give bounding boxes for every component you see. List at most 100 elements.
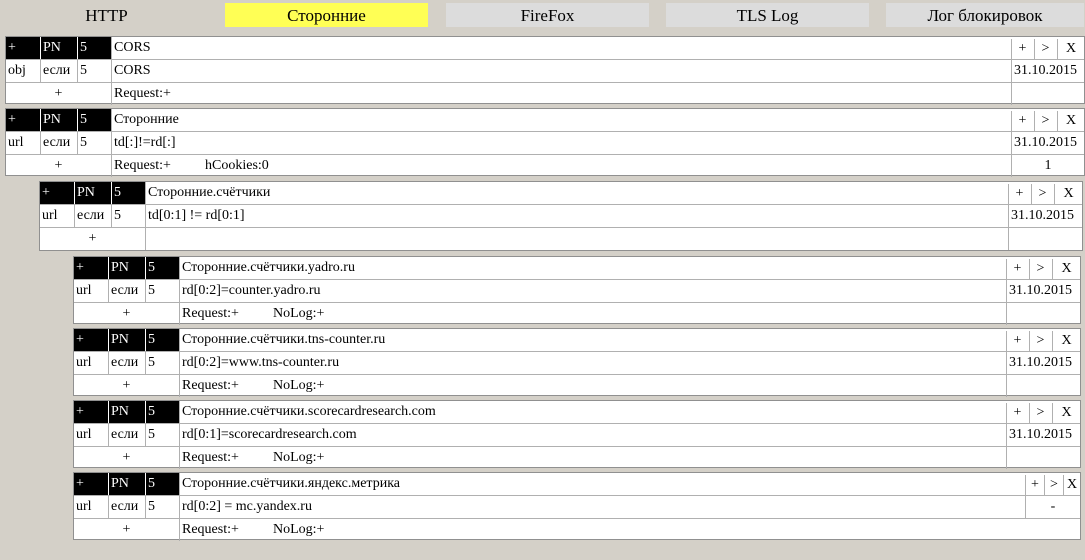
add-button[interactable]: + [1025, 475, 1044, 495]
add-action-button[interactable]: + [6, 155, 111, 177]
condition-expression[interactable]: rd[0:2]=www.tns-counter.ru [179, 352, 1006, 374]
expand-button[interactable]: + [40, 182, 74, 204]
condition-expression[interactable]: rd[0:2]=counter.yadro.ru [179, 280, 1006, 302]
add-action-button[interactable]: + [40, 228, 145, 250]
delete-button[interactable]: X [1052, 403, 1080, 423]
condition-operator[interactable]: если [108, 496, 145, 518]
action-request[interactable]: Request:+ [179, 375, 271, 397]
next-button[interactable]: > [1029, 403, 1051, 423]
delete-button[interactable]: X [1063, 475, 1080, 495]
rule-actions-row: + Request:+ [6, 83, 1084, 106]
add-action-button[interactable]: + [6, 83, 111, 105]
expand-button[interactable]: + [74, 401, 108, 423]
expand-button[interactable]: + [6, 37, 40, 59]
condition-operator[interactable]: если [108, 280, 145, 302]
action-request[interactable]: Request:+ [111, 155, 203, 177]
condition-priority[interactable]: 5 [145, 496, 179, 518]
condition-operator[interactable]: если [108, 352, 145, 374]
hit-count [1025, 519, 1080, 541]
condition-priority[interactable]: 5 [77, 60, 111, 82]
rule-name[interactable]: Сторонние [111, 109, 1011, 131]
add-action-button[interactable]: + [74, 519, 179, 541]
action-request[interactable] [145, 228, 237, 250]
add-button[interactable]: + [1011, 111, 1033, 131]
delete-button[interactable]: X [1052, 259, 1080, 279]
tab-http[interactable]: HTTP [5, 3, 208, 27]
tab-firefox[interactable]: FireFox [446, 3, 649, 27]
action-extra[interactable]: NoLog:+ [271, 447, 1006, 469]
action-extra[interactable]: hCookies:0 [203, 155, 1011, 177]
condition-expression[interactable]: CORS [111, 60, 1011, 82]
next-button[interactable]: > [1029, 259, 1051, 279]
condition-operator[interactable]: если [74, 205, 111, 227]
rule-name[interactable]: Сторонние.счётчики [145, 182, 1008, 204]
action-request[interactable]: Request:+ [179, 447, 271, 469]
delete-button[interactable]: X [1057, 111, 1084, 131]
next-button[interactable]: > [1031, 184, 1053, 204]
condition-priority[interactable]: 5 [145, 424, 179, 446]
action-extra[interactable] [203, 83, 1011, 105]
add-action-button[interactable]: + [74, 303, 179, 325]
delete-button[interactable]: X [1057, 39, 1084, 59]
delete-button[interactable]: X [1052, 331, 1080, 351]
rule-name[interactable]: Сторонние.счётчики.scorecardresearch.com [179, 401, 1006, 423]
rule-header-row: + PN 5 CORS + > X [6, 37, 1084, 60]
rule-header-row: + PN 5 Сторонние + > X [6, 109, 1084, 132]
condition-expression[interactable]: rd[0:1]=scorecardresearch.com [179, 424, 1006, 446]
condition-priority[interactable]: 5 [145, 352, 179, 374]
rule-name[interactable]: Сторонние.счётчики.yadro.ru [179, 257, 1006, 279]
condition-type[interactable]: obj [6, 60, 40, 82]
action-extra[interactable]: NoLog:+ [271, 303, 1006, 325]
tab-bar: HTTP Сторонние FireFox TLS Log Лог блоки… [0, 0, 1085, 32]
condition-priority[interactable]: 5 [77, 132, 111, 154]
expand-button[interactable]: + [74, 329, 108, 351]
action-extra[interactable] [237, 228, 1008, 250]
condition-operator[interactable]: если [40, 60, 77, 82]
tab-block-log[interactable]: Лог блокировок [886, 3, 1084, 27]
rule-block: + PN 5 CORS + > X obj если 5 CORS 31.10.… [5, 36, 1085, 106]
add-action-button[interactable]: + [74, 447, 179, 469]
condition-type[interactable]: url [74, 496, 108, 518]
add-button[interactable]: + [1006, 259, 1028, 279]
action-request[interactable]: Request:+ [111, 83, 203, 105]
add-button[interactable]: + [1006, 331, 1028, 351]
add-button[interactable]: + [1008, 184, 1030, 204]
expand-button[interactable]: + [74, 257, 108, 279]
action-request[interactable]: Request:+ [179, 303, 271, 325]
rule-name[interactable]: Сторонние.счётчики.яндекс.метрика [179, 473, 1025, 495]
condition-expression[interactable]: td[0:1] != rd[0:1] [145, 205, 1008, 227]
condition-type[interactable]: url [74, 424, 108, 446]
next-button[interactable]: > [1044, 475, 1063, 495]
delete-button[interactable]: X [1054, 184, 1082, 204]
add-action-button[interactable]: + [74, 375, 179, 397]
tab-third-party[interactable]: Сторонние [225, 3, 428, 27]
next-button[interactable]: > [1034, 111, 1056, 131]
next-button[interactable]: > [1029, 331, 1051, 351]
condition-priority[interactable]: 5 [111, 205, 145, 227]
condition-priority[interactable]: 5 [145, 280, 179, 302]
expand-button[interactable]: + [6, 109, 40, 131]
condition-type[interactable]: url [40, 205, 74, 227]
rule-name[interactable]: Сторонние.счётчики.tns-counter.ru [179, 329, 1006, 351]
expand-button[interactable]: + [74, 473, 108, 495]
condition-operator[interactable]: если [40, 132, 77, 154]
tab-tls-log[interactable]: TLS Log [666, 3, 869, 27]
rule-name[interactable]: CORS [111, 37, 1011, 59]
action-request[interactable]: Request:+ [179, 519, 271, 541]
rule-actions-row: + [40, 228, 1082, 251]
hit-count [1006, 447, 1080, 469]
rule-block: + PN 5 Сторонние + > X url если 5 td[:]!… [5, 108, 1085, 177]
condition-type[interactable]: url [74, 280, 108, 302]
action-extra[interactable]: NoLog:+ [271, 375, 1006, 397]
condition-type[interactable]: url [6, 132, 40, 154]
next-button[interactable]: > [1034, 39, 1056, 59]
add-button[interactable]: + [1011, 39, 1033, 59]
action-extra[interactable]: NoLog:+ [271, 519, 1025, 541]
condition-operator[interactable]: если [108, 424, 145, 446]
add-button[interactable]: + [1006, 403, 1028, 423]
rule-date: 31.10.2015 [1008, 205, 1082, 227]
condition-expression[interactable]: rd[0:2] = mc.yandex.ru [179, 496, 1025, 518]
priority-value: 5 [111, 182, 145, 204]
condition-type[interactable]: url [74, 352, 108, 374]
condition-expression[interactable]: td[:]!=rd[:] [111, 132, 1011, 154]
